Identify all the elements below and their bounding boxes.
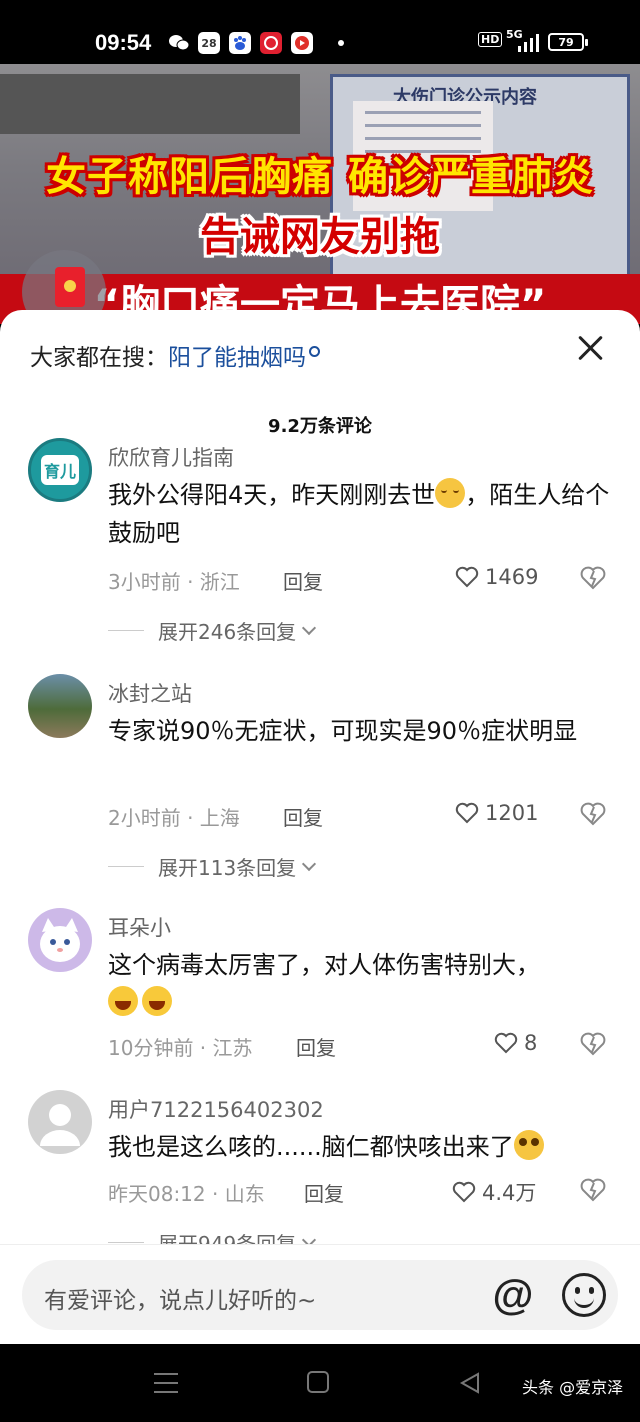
calendar-icon: 28	[198, 32, 220, 54]
system-nav-bar: 头条 @爱京泽	[0, 1344, 640, 1422]
search-term[interactable]: 阳了能抽烟吗	[168, 345, 306, 371]
like-button[interactable]: 1201	[455, 801, 538, 825]
heart-icon	[455, 566, 479, 588]
status-time: 09:54	[95, 30, 152, 55]
home-icon[interactable]	[307, 1371, 329, 1393]
svg-text:育儿: 育儿	[44, 462, 76, 481]
watermark: 头条 @爱京泽	[522, 1378, 624, 1397]
back-icon[interactable]	[458, 1371, 482, 1395]
comment-text: 我外公得阳4天，昨天刚刚去世 ，陌生人给个鼓励吧	[108, 476, 618, 552]
baidu-icon	[229, 32, 251, 54]
comment-meta: 10分钟前 · 江苏	[108, 1036, 253, 1060]
battery-indicator: 79	[548, 33, 588, 51]
like-count: 1469	[485, 565, 539, 589]
dislike-icon[interactable]	[580, 1032, 606, 1056]
comment-text: 这个病毒太厉害了，对人体伤害特别大，	[108, 946, 618, 1022]
video-headline-1: 女子称阳后胸痛 确诊严重肺炎	[46, 154, 594, 200]
status-bar: 09:54 28 HD 5G 79	[0, 0, 640, 64]
laughing-emoji-icon	[142, 986, 172, 1016]
comment-username[interactable]: 欣欣育儿指南	[108, 442, 234, 472]
comment-meta: 昨天08:12 · 山东	[108, 1182, 265, 1206]
dislike-icon[interactable]	[580, 802, 606, 826]
comment-username[interactable]: 耳朵小	[108, 912, 171, 942]
signal-icon	[516, 34, 540, 52]
comment-sheet: 大家都在搜：阳了能抽烟吗 9.2万条评论 育儿 欣欣育儿指南 我外公得阳4天，昨…	[0, 310, 640, 1344]
comment-text: 我也是这么咳的......脑仁都快咳出来了	[108, 1128, 618, 1166]
video-headline-2: 告诫网友别拖	[200, 214, 440, 260]
search-prefix: 大家都在搜：	[30, 345, 168, 371]
video-player[interactable]: 大伤门诊公示内容 女子称阳后胸痛 确诊严重肺炎 告诫网友别拖 “胸口痛一定马上去…	[0, 64, 640, 324]
like-button[interactable]: 8	[494, 1031, 537, 1055]
avatar[interactable]: 育儿	[28, 438, 92, 502]
reply-button[interactable]: 回复	[283, 566, 323, 595]
like-count: 4.4万	[482, 1181, 537, 1205]
comment-username[interactable]: 用户7122156402302	[108, 1094, 324, 1124]
like-count: 1201	[485, 801, 539, 825]
avatar[interactable]	[28, 1090, 92, 1154]
comment-input-placeholder: 有爱评论，说点儿好听的~	[44, 1288, 317, 1314]
hd-indicator: HD	[478, 32, 503, 47]
reply-button[interactable]: 回复	[296, 1032, 336, 1061]
wechat-icon	[168, 32, 190, 54]
like-button[interactable]: 1469	[455, 565, 538, 589]
comment-meta: 3小时前 · 浙江	[108, 570, 240, 594]
emoji-picker-icon[interactable]	[562, 1273, 606, 1317]
video-app-icon	[291, 32, 313, 54]
pinduoduo-icon	[260, 32, 282, 54]
dislike-icon[interactable]	[580, 566, 606, 590]
crying-emoji-icon	[435, 478, 466, 508]
heart-icon	[452, 1181, 476, 1203]
mention-button[interactable]: @	[488, 1270, 538, 1320]
comment-meta: 2小时前 · 上海	[108, 806, 240, 830]
search-suggestion[interactable]: 大家都在搜：阳了能抽烟吗	[30, 338, 320, 372]
heart-icon	[455, 802, 479, 824]
avatar[interactable]	[28, 674, 92, 738]
comment-text: 专家说90％无症状，可现实是90％症状明显	[108, 717, 578, 745]
comment-input[interactable]: 有爱评论，说点儿好听的~ @	[22, 1260, 618, 1330]
recent-apps-icon[interactable]	[154, 1373, 178, 1393]
expand-replies[interactable]: 展开246条回复	[108, 616, 317, 645]
dislike-icon[interactable]	[580, 1178, 606, 1202]
dot-icon	[330, 32, 352, 54]
comment-count: 9.2万条评论	[268, 416, 372, 437]
close-icon[interactable]	[575, 332, 607, 364]
chevron-down-icon	[302, 620, 317, 635]
reply-button[interactable]: 回复	[283, 802, 323, 831]
laughing-emoji-icon	[108, 986, 138, 1016]
like-button[interactable]: 4.4万	[452, 1177, 536, 1207]
pleading-emoji-icon	[513, 1130, 544, 1160]
chevron-down-icon	[302, 856, 317, 871]
search-icon	[309, 346, 320, 357]
comment-username[interactable]: 冰封之站	[108, 678, 192, 708]
hospital-sign	[0, 74, 300, 134]
reply-button[interactable]: 回复	[304, 1178, 344, 1207]
heart-icon	[494, 1032, 518, 1054]
comment-input-bar: 有爱评论，说点儿好听的~ @	[0, 1244, 640, 1344]
expand-replies[interactable]: 展开113条回复	[108, 852, 317, 881]
avatar[interactable]	[28, 908, 92, 972]
like-count: 8	[524, 1031, 538, 1055]
red-packet-icon	[55, 267, 85, 307]
